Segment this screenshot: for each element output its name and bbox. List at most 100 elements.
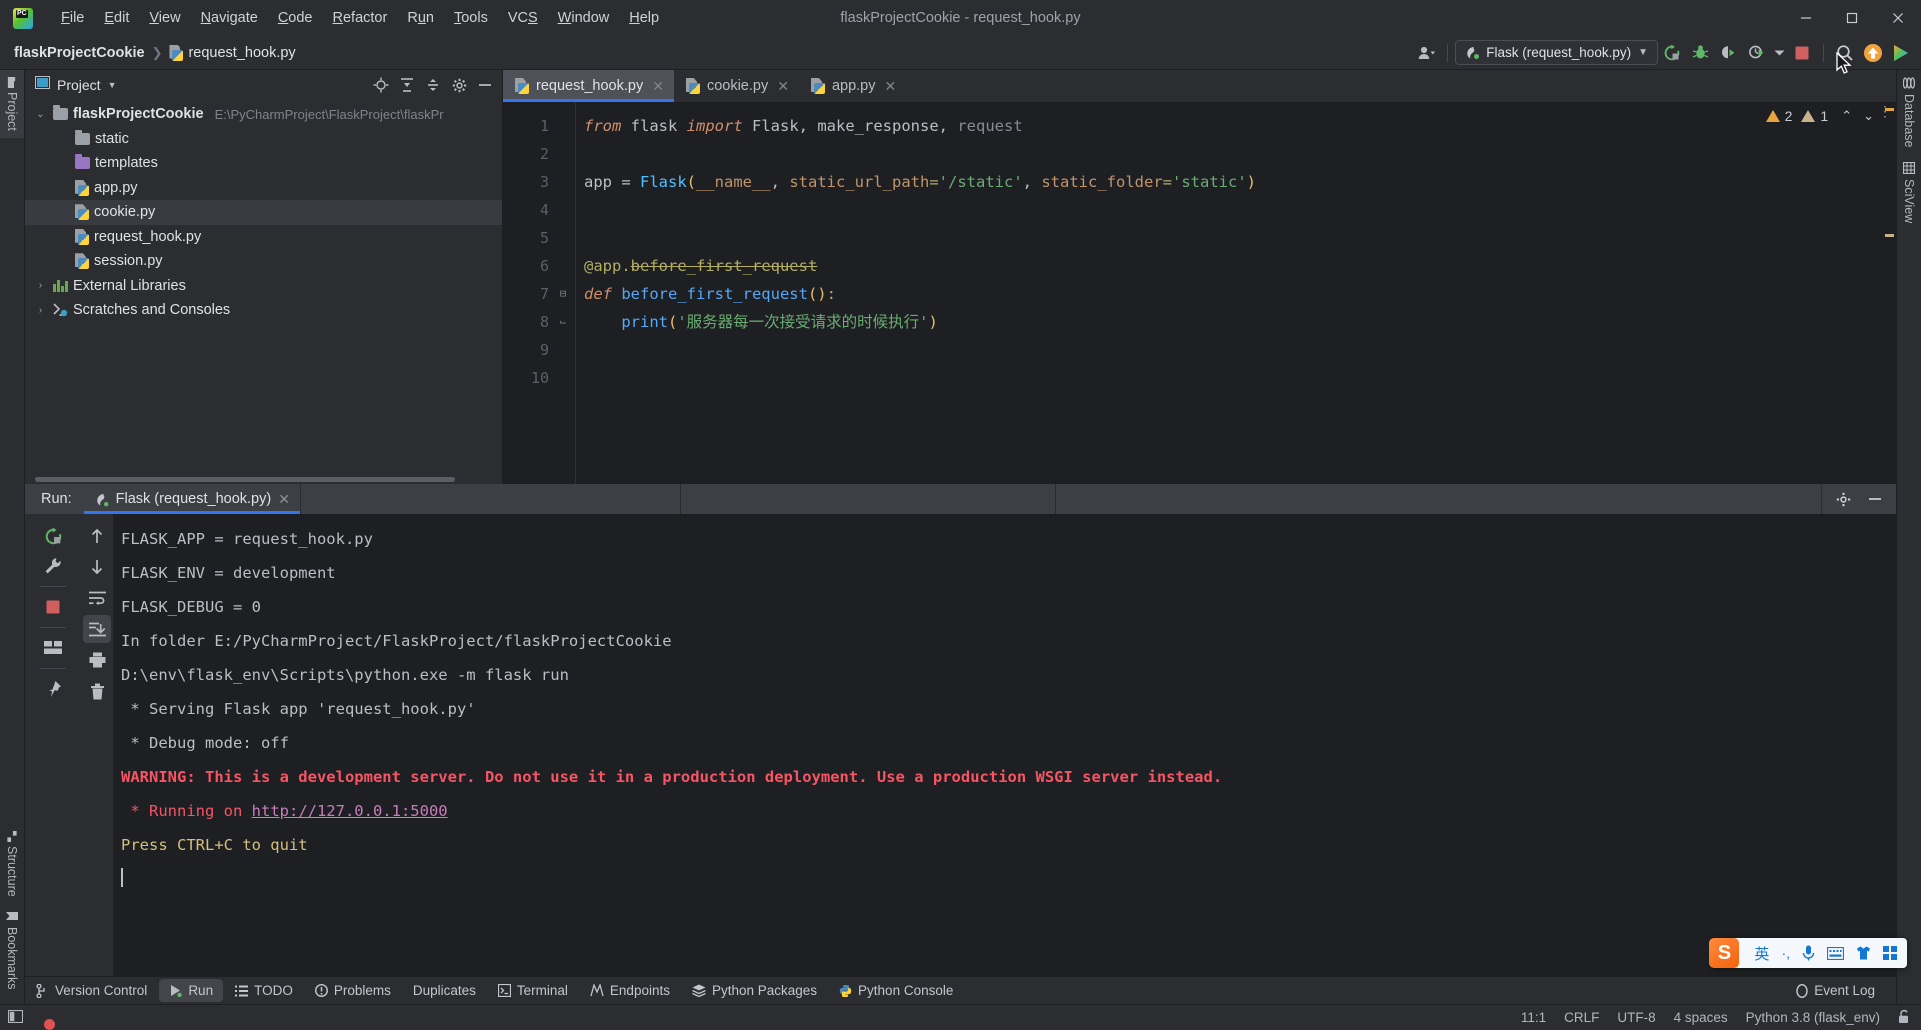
scroll-down-icon[interactable] [83, 553, 111, 581]
menu-navigate[interactable]: Navigate [192, 6, 267, 30]
soft-wrap-icon[interactable] [83, 584, 111, 612]
run-tab-flask[interactable]: Flask (request_hook.py) ✕ [83, 484, 301, 514]
tree-item-external-libraries[interactable]: › External Libraries [25, 274, 502, 299]
project-tree[interactable]: ⌄ flaskProjectCookie E:\PyCharmProject\Fla… [25, 100, 502, 475]
stop-icon[interactable] [39, 593, 67, 621]
tool-window-button-terminal[interactable]: Terminal [488, 979, 578, 1002]
tree-item-templates[interactable]: templates [25, 151, 502, 176]
collapse-all-icon[interactable] [420, 73, 446, 97]
previous-problem-icon[interactable]: ⌃ [1841, 108, 1852, 124]
updates-icon[interactable] [1859, 40, 1887, 66]
menu-code[interactable]: Code [269, 6, 322, 30]
close-button[interactable] [1875, 0, 1921, 36]
run-with-coverage-icon[interactable] [1714, 40, 1742, 66]
print-icon[interactable] [83, 646, 111, 674]
maximize-button[interactable] [1829, 0, 1875, 36]
breadcrumb-project[interactable]: flaskProjectCookie [14, 45, 145, 61]
scroll-up-icon[interactable] [83, 522, 111, 550]
hide-panel-icon[interactable] [472, 73, 498, 97]
indent-setting[interactable]: 4 spaces [1674, 1010, 1728, 1025]
rerun-icon[interactable] [39, 522, 67, 550]
ide-assistant-icon[interactable] [1887, 40, 1915, 66]
menu-vcs[interactable]: VCS [499, 6, 547, 30]
file-encoding[interactable]: UTF-8 [1617, 1010, 1655, 1025]
toolbox-icon[interactable] [1883, 946, 1897, 960]
sidebar-item-project[interactable]: Project [0, 70, 24, 138]
tree-item-cookie-py[interactable]: cookie.py [25, 200, 502, 225]
tree-item-app-py[interactable]: app.py [25, 176, 502, 201]
code-editor[interactable]: 1 2 3 4 5 6 ⊟ 7 ⌐ 8 9 10 from flask import Flask, m… [503, 102, 1896, 484]
breadcrumb-file[interactable]: request_hook.py [169, 45, 296, 61]
sogou-logo-icon[interactable]: S [1709, 938, 1740, 968]
expand-all-icon[interactable] [394, 73, 420, 97]
sidebar-item-sciview[interactable]: SciView [1897, 155, 1921, 230]
editor-tab-cookie-py[interactable]: cookie.py ✕ [674, 70, 799, 102]
sidebar-item-database[interactable]: Database [1897, 70, 1921, 155]
minimize-button[interactable] [1783, 0, 1829, 36]
project-horizontal-scrollbar[interactable] [25, 475, 502, 484]
hide-panel-icon[interactable] [1862, 487, 1888, 511]
wrench-icon[interactable] [39, 552, 67, 580]
menu-view[interactable]: View [140, 6, 189, 30]
fold-icon[interactable]: ⊟ [557, 288, 569, 300]
tool-window-button-run[interactable]: Run [159, 979, 224, 1002]
tree-item-static[interactable]: static [25, 127, 502, 152]
close-icon[interactable]: ✕ [278, 491, 290, 508]
sogou-ime-toolbar[interactable]: S 英 ·, [1709, 938, 1907, 968]
more-options-caret-icon[interactable] [1770, 40, 1788, 66]
run-console-output[interactable]: FLASK_APP = request_hook.py FLASK_ENV = d… [113, 514, 1896, 976]
code-content[interactable]: from flask import Flask, make_response, … [575, 102, 1882, 484]
event-log-button[interactable]: Event Log [1786, 979, 1885, 1002]
close-icon[interactable]: ✕ [885, 78, 897, 95]
tool-window-button-python-console[interactable]: Python Console [829, 979, 963, 1002]
line-separator[interactable]: CRLF [1564, 1010, 1599, 1025]
menu-help[interactable]: Help [620, 6, 668, 30]
close-icon[interactable]: ✕ [777, 78, 789, 95]
skin-icon[interactable] [1856, 946, 1871, 960]
menu-tools[interactable]: Tools [445, 6, 497, 30]
voice-input-icon[interactable] [1802, 945, 1815, 961]
rerun-icon[interactable] [1658, 40, 1686, 66]
pin-icon[interactable] [39, 675, 67, 703]
tool-window-button-problems[interactable]: Problems [305, 979, 401, 1002]
tree-item-request-hook-py[interactable]: request_hook.py [25, 225, 502, 250]
menu-file[interactable]: File [52, 6, 93, 30]
debug-icon[interactable] [1686, 40, 1714, 66]
next-problem-icon[interactable]: ⌄ [1863, 108, 1874, 124]
inspection-widget[interactable]: 2 1 ⌃ ⌄ [1765, 108, 1874, 124]
stop-icon[interactable] [1788, 40, 1816, 66]
tool-window-button-endpoints[interactable]: Endpoints [580, 979, 680, 1002]
punctuation-icon[interactable]: ·, [1781, 945, 1790, 961]
editor-tab-request-hook-py[interactable]: request_hook.py ✕ [503, 70, 674, 102]
run-configuration-selector[interactable]: Flask (request_hook.py) ▼ [1455, 40, 1658, 65]
ime-mode-label[interactable]: 英 [1754, 943, 1769, 964]
scroll-to-end-icon[interactable] [83, 615, 111, 643]
console-link[interactable]: http://127.0.0.1:5000 [252, 802, 448, 820]
close-icon[interactable]: ✕ [652, 78, 664, 95]
sidebar-item-structure[interactable]: Structure [0, 824, 24, 904]
settings-gear-icon[interactable] [1830, 487, 1856, 511]
soft-keyboard-icon[interactable] [1827, 946, 1844, 960]
tool-window-button-python-packages[interactable]: Python Packages [682, 979, 827, 1002]
chevron-right-icon[interactable]: › [33, 305, 48, 316]
layout-settings-icon[interactable] [39, 634, 67, 662]
menu-window[interactable]: Window [549, 6, 619, 30]
chevron-down-icon[interactable]: ▼ [108, 80, 117, 90]
profiler-icon[interactable] [1742, 40, 1770, 66]
tool-window-button-todo[interactable]: TODO [225, 979, 303, 1002]
python-interpreter[interactable]: Python 3.8 (flask_env) [1746, 1010, 1880, 1025]
chevron-right-icon[interactable]: › [33, 280, 48, 291]
caret-position[interactable]: 11:1 [1521, 1010, 1546, 1025]
menu-edit[interactable]: Edit [95, 6, 138, 30]
chevron-down-icon[interactable]: ⌄ [33, 109, 48, 120]
tree-item-session-py[interactable]: session.py [25, 249, 502, 274]
menu-run[interactable]: Run [398, 6, 443, 30]
user-account-icon[interactable] [1412, 40, 1440, 66]
settings-gear-icon[interactable] [446, 73, 472, 97]
editor-options-kebab-icon[interactable]: ⋮ [1878, 105, 1892, 119]
unlocked-icon[interactable] [1898, 1009, 1911, 1027]
tree-item-scratches-and-consoles[interactable]: › Scratches and Consoles [25, 298, 502, 323]
locate-icon[interactable] [368, 73, 394, 97]
menu-refactor[interactable]: Refactor [324, 6, 397, 30]
hide-tool-windows-icon[interactable] [7, 1009, 24, 1026]
